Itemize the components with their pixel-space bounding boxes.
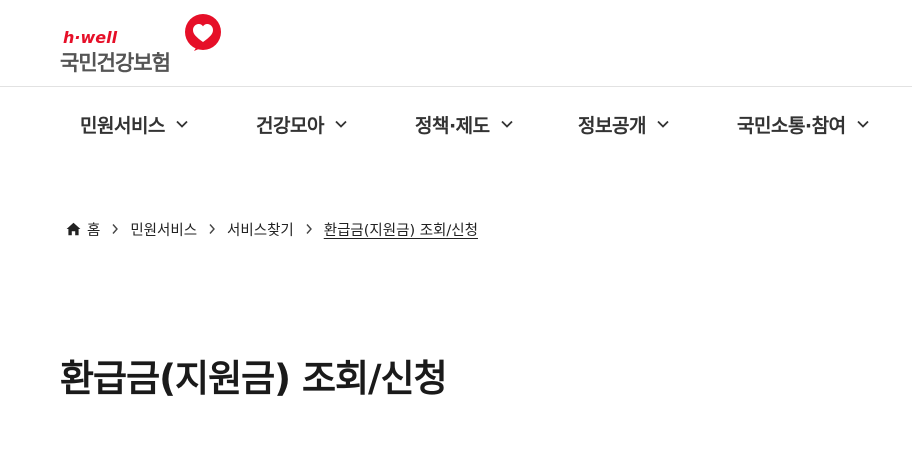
gnb-item-label: 건강모아 [256, 114, 324, 137]
breadcrumb-item-civil-service[interactable]: 민원서비스 [130, 219, 197, 240]
gnb-item-policy[interactable]: 정책·제도 [415, 88, 515, 160]
breadcrumb-home-label: 홈 [87, 222, 101, 239]
gnb-item-participation[interactable]: 국민소통·참여 [737, 88, 871, 160]
chevron-down-icon [176, 120, 188, 128]
page-title: 환급금(지원금) 조회/신청 [60, 357, 448, 400]
site-header: h·well 국민건강보험 [0, 0, 912, 87]
gnb-item-health[interactable]: 건강모아 [256, 88, 349, 160]
heart-icon [185, 14, 221, 51]
chevron-down-icon [856, 120, 869, 128]
gnb-item-civil-service[interactable]: 민원서비스 [80, 88, 190, 160]
breadcrumb: 홈 민원서비스 서비스찾기 환급금(지원금) 조회/신청 [66, 216, 478, 242]
chevron-down-icon [501, 120, 513, 128]
gnb-item-label: 민원서비스 [80, 114, 165, 137]
breadcrumb-home[interactable]: 홈 [66, 219, 100, 240]
gnb-item-info-disclosure[interactable]: 정보공개 [578, 88, 671, 160]
gnb-item-label: 정보공개 [578, 114, 646, 137]
chevron-right-icon [209, 224, 215, 234]
gnb-item-label: 정책·제도 [415, 114, 490, 137]
site-logo[interactable]: h·well 국민건강보험 [60, 14, 230, 75]
chevron-down-icon [335, 120, 347, 128]
home-icon [66, 222, 81, 236]
breadcrumb-item-current[interactable]: 환급금(지원금) 조회/신청 [324, 219, 478, 240]
chevron-right-icon [112, 224, 119, 234]
logo-subtitle: h·well [63, 28, 118, 47]
logo-title: 국민건강보험 [60, 51, 171, 75]
main-navigation: 민원서비스 건강모아 정책·제도 정보공개 국민소통·참여 [0, 88, 912, 160]
chevron-down-icon [657, 120, 669, 128]
gnb-item-label: 국민소통·참여 [737, 114, 846, 137]
chevron-right-icon [306, 224, 312, 234]
breadcrumb-item-service-search[interactable]: 서비스찾기 [227, 219, 294, 240]
